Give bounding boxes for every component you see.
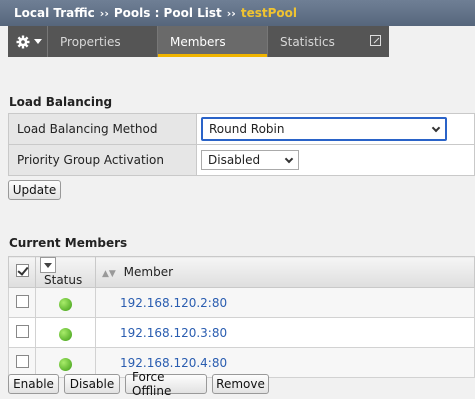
tab-bar: Properties Members Statistics <box>0 26 475 57</box>
status-available-icon <box>59 297 72 311</box>
row-checkbox[interactable] <box>15 324 29 338</box>
select-all-checkbox[interactable] <box>15 264 29 277</box>
external-link-icon <box>370 35 381 46</box>
tab-statistics[interactable]: Statistics <box>268 26 389 57</box>
table-row: 192.168.120.2:80 <box>8 287 475 318</box>
update-button[interactable]: Update <box>8 180 61 200</box>
priority-group-value: Disabled <box>208 153 261 167</box>
tab-strip: Properties Members Statistics <box>8 26 389 57</box>
lb-method-value: Round Robin <box>209 122 285 136</box>
breadcrumb-item-local-traffic[interactable]: Local Traffic <box>14 6 95 20</box>
row-checkbox[interactable] <box>15 294 29 308</box>
breadcrumb-separator: ›› <box>99 6 109 20</box>
members-table: Status ▲▼ Member 192.168.120.2:80 192.16… <box>8 256 475 378</box>
table-row: 192.168.120.3:80 <box>8 317 475 348</box>
status-available-icon <box>59 327 72 341</box>
status-header-label: Status <box>44 273 83 287</box>
select-all-cell <box>8 256 36 288</box>
tab-statistics-label: Statistics <box>280 34 335 49</box>
members-header-row: Status ▲▼ Member <box>8 256 475 288</box>
row-checkbox[interactable] <box>15 354 29 368</box>
remove-button[interactable]: Remove <box>212 374 269 394</box>
priority-group-select[interactable]: Disabled <box>201 150 299 170</box>
breadcrumb-item-pool-list[interactable]: Pools : Pool List <box>114 6 222 20</box>
section-title-current-members: Current Members <box>9 236 128 250</box>
chevron-down-icon <box>431 123 441 132</box>
gear-menu-button[interactable] <box>8 26 48 57</box>
load-balancing-table: Load Balancing Method Round Robin Priori… <box>8 113 475 176</box>
gear-icon <box>16 35 30 48</box>
disable-button[interactable]: Disable <box>64 374 120 394</box>
table-row: 192.168.120.4:80 <box>8 347 475 378</box>
sort-icon: ▲▼ <box>102 269 116 279</box>
chevron-down-icon <box>284 154 294 163</box>
tab-members[interactable]: Members <box>158 26 268 57</box>
breadcrumb: Local Traffic ›› Pools : Pool List ›› te… <box>0 0 475 26</box>
chevron-down-icon <box>34 38 42 44</box>
enable-button[interactable]: Enable <box>8 374 59 394</box>
member-link[interactable]: 192.168.120.4:80 <box>120 356 227 370</box>
breadcrumb-separator: ›› <box>226 6 236 20</box>
breadcrumb-current: testPool <box>240 6 297 20</box>
member-header-label: Member <box>123 265 174 279</box>
member-header[interactable]: ▲▼ Member <box>95 256 475 288</box>
tab-properties[interactable]: Properties <box>48 26 158 57</box>
status-header: Status <box>35 256 96 288</box>
member-link[interactable]: 192.168.120.3:80 <box>120 326 227 340</box>
lb-method-select[interactable]: Round Robin <box>201 117 447 141</box>
member-link[interactable]: 192.168.120.2:80 <box>120 296 227 310</box>
status-filter-dropdown[interactable] <box>40 257 56 273</box>
section-title-load-balancing: Load Balancing <box>9 95 113 109</box>
status-available-icon <box>59 357 72 371</box>
priority-group-label: Priority Group Activation <box>8 144 197 176</box>
force-offline-button[interactable]: Force Offline <box>125 370 207 398</box>
lb-method-label: Load Balancing Method <box>8 113 197 145</box>
